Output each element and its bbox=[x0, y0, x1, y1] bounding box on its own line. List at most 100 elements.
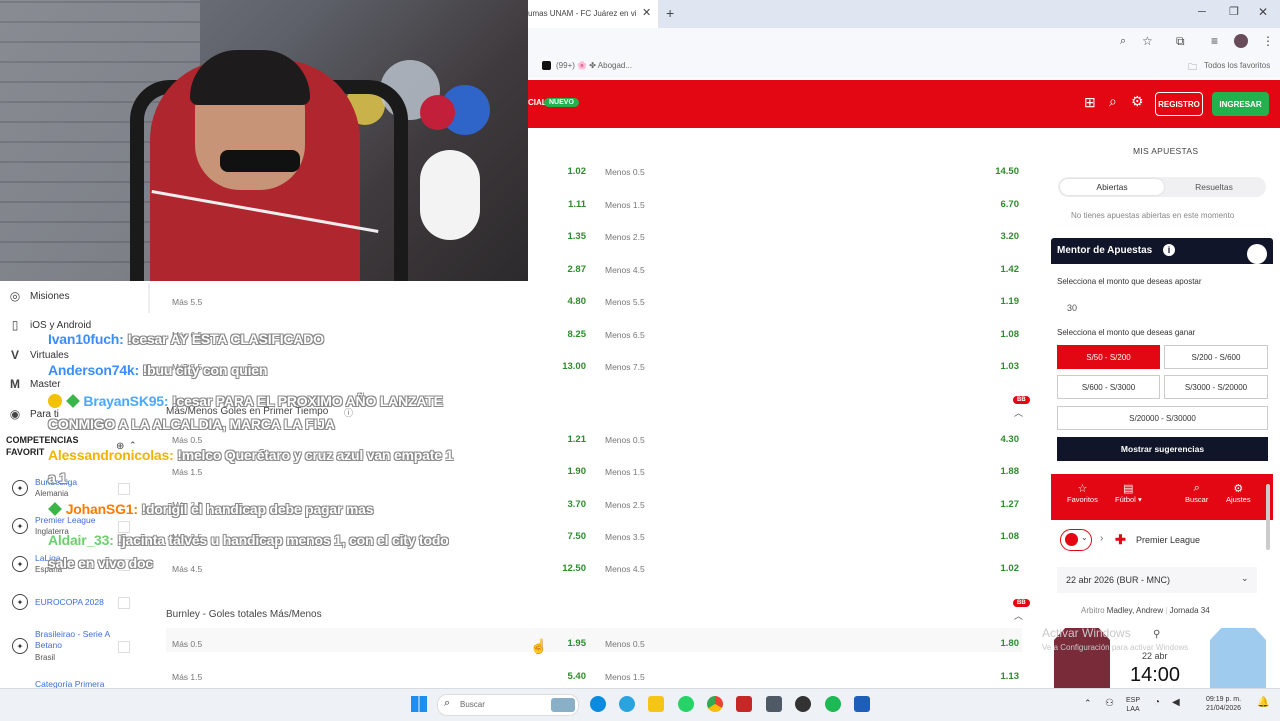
competition-item[interactable]: ✦ bbox=[12, 518, 28, 534]
reading-list-icon[interactable]: ≡ bbox=[1211, 34, 1218, 48]
over-odd-button[interactable]: 1.02 bbox=[546, 166, 587, 177]
over-odd-button[interactable]: 7.50 bbox=[546, 531, 587, 542]
under-odd-button[interactable]: 1.03 bbox=[979, 361, 1020, 372]
sport-selector[interactable]: ⌄ bbox=[1060, 529, 1092, 551]
search-nav[interactable]: ⌕ Buscar bbox=[1185, 482, 1208, 504]
search-icon[interactable]: ⌕ bbox=[1109, 93, 1117, 110]
file-explorer-icon[interactable] bbox=[648, 696, 664, 712]
under-odd-button[interactable]: 1.08 bbox=[979, 329, 1020, 340]
browser-tab[interactable]: umas UNAM - FC Juárez en vi ✕ bbox=[528, 0, 658, 28]
scrollbar[interactable] bbox=[1266, 484, 1270, 550]
competition-item[interactable]: ✦ bbox=[12, 638, 28, 654]
taskbar-clock[interactable]: 09:19 p. m. 21/04/2026 bbox=[1206, 695, 1241, 713]
under-odd-button[interactable]: 6.70 bbox=[979, 199, 1020, 210]
settings-nav[interactable]: ⚙ Ajustes bbox=[1226, 482, 1251, 504]
competition-name[interactable]: Brasileirao - Serie A Betano bbox=[35, 629, 115, 651]
gear-icon[interactable]: ⚙ bbox=[1131, 93, 1144, 110]
sidebar-item-apps[interactable]: ▯ iOS y Android bbox=[8, 318, 91, 332]
telegram-icon[interactable] bbox=[619, 696, 635, 712]
over-odd-button[interactable]: 1.90 bbox=[546, 466, 587, 477]
show-suggestions-button[interactable]: Mostrar sugerencias bbox=[1057, 437, 1268, 461]
login-button[interactable]: INGRESAR bbox=[1212, 92, 1269, 116]
competition-item[interactable]: ✦ bbox=[12, 556, 28, 572]
over-odd-button[interactable]: 1.35 bbox=[546, 231, 587, 242]
chevron-up-icon[interactable]: ︿ bbox=[1014, 406, 1023, 419]
over-odd-button[interactable]: 2.87 bbox=[546, 264, 587, 275]
competition-item[interactable]: ✦ bbox=[12, 480, 28, 496]
under-odd-button[interactable]: 1.42 bbox=[979, 264, 1020, 275]
close-tab-icon[interactable]: ✕ bbox=[642, 6, 651, 19]
profile-avatar[interactable] bbox=[1234, 34, 1248, 48]
under-odd-button[interactable]: 14.50 bbox=[979, 166, 1019, 177]
register-button[interactable]: REGISTRO bbox=[1155, 92, 1203, 116]
under-odd-button[interactable]: 3.20 bbox=[979, 231, 1020, 242]
text-app-icon[interactable] bbox=[736, 696, 752, 712]
under-odd-button[interactable]: 1.08 bbox=[979, 531, 1020, 542]
over-odd-button[interactable]: 1.21 bbox=[546, 434, 587, 445]
competition-name[interactable]: EUROCOPA 2028 bbox=[35, 597, 104, 608]
sidebar-item-virtual[interactable]: V Virtuales bbox=[8, 348, 69, 362]
league-name[interactable]: Premier League bbox=[1136, 535, 1200, 545]
pin-icon[interactable]: ⚲ bbox=[1153, 629, 1160, 640]
under-odd-button[interactable]: 1.02 bbox=[979, 563, 1020, 574]
under-odd-button[interactable]: 1.80 bbox=[979, 638, 1020, 649]
sport-nav[interactable]: ▤ Fútbol ▾ bbox=[1115, 482, 1142, 504]
tab-resolved[interactable]: Resueltas bbox=[1164, 179, 1264, 195]
over-odd-button[interactable]: 1.95 bbox=[546, 638, 587, 649]
chevron-up-icon[interactable]: ︿ bbox=[1014, 609, 1023, 622]
favorites-nav[interactable]: ☆ Favoritos bbox=[1067, 482, 1098, 504]
amount-option[interactable]: S/3000 - S/20000 bbox=[1164, 375, 1268, 399]
under-odd-button[interactable]: 1.13 bbox=[979, 671, 1020, 682]
bookmark-link[interactable]: (99+) 🌸 ✤ Abogad... bbox=[556, 61, 632, 70]
usb-icon[interactable]: ⚇ bbox=[1105, 698, 1114, 709]
amount-option[interactable]: S/50 - S/200 bbox=[1057, 345, 1160, 369]
edge-icon[interactable] bbox=[590, 696, 606, 712]
amount-option[interactable]: S/200 - S/600 bbox=[1164, 345, 1268, 369]
minimize-icon[interactable]: ─ bbox=[1198, 6, 1206, 18]
whatsapp-icon[interactable] bbox=[678, 696, 694, 712]
under-odd-button[interactable]: 1.27 bbox=[979, 499, 1020, 510]
over-odd-button[interactable]: 3.70 bbox=[546, 499, 587, 510]
menu-icon[interactable]: ⋮ bbox=[1262, 34, 1274, 48]
taskbar-search[interactable]: ⌕ Buscar bbox=[437, 694, 579, 716]
amount-option[interactable]: S/20000 - S/30000 bbox=[1057, 406, 1268, 430]
under-odd-button[interactable]: 1.88 bbox=[979, 466, 1020, 477]
gift-icon[interactable]: ⊞ bbox=[1084, 94, 1096, 111]
chevron-up-icon[interactable]: ⌃ bbox=[1084, 698, 1092, 709]
spotify-icon[interactable] bbox=[825, 696, 841, 712]
wifi-icon[interactable]: ◔ bbox=[1154, 697, 1160, 708]
word-icon[interactable] bbox=[854, 696, 870, 712]
bookmark-star-icon[interactable]: ☆ bbox=[1142, 34, 1153, 48]
windows-start-icon[interactable] bbox=[411, 696, 427, 712]
sidebar-item-master[interactable]: M Master bbox=[8, 377, 61, 391]
over-odd-button[interactable]: 8.25 bbox=[546, 329, 587, 340]
over-odd-button[interactable]: 12.50 bbox=[546, 563, 586, 574]
tab-open[interactable]: Abiertas bbox=[1060, 179, 1164, 195]
amount-option[interactable]: S/600 - S/3000 bbox=[1057, 375, 1160, 399]
under-odd-button[interactable]: 4.30 bbox=[979, 434, 1020, 445]
close-window-icon[interactable]: ✕ bbox=[1258, 5, 1268, 19]
amount-input[interactable]: 30 bbox=[1057, 296, 1268, 318]
zoom-icon[interactable]: ⌕ bbox=[1120, 35, 1126, 48]
over-odd-button[interactable]: 5.40 bbox=[546, 671, 587, 682]
over-odd-button[interactable]: 1.11 bbox=[546, 199, 586, 210]
info-icon[interactable]: i bbox=[1163, 244, 1175, 256]
extensions-icon[interactable]: ⧉ bbox=[1176, 34, 1185, 49]
language-indicator[interactable]: ESP LAA bbox=[1126, 696, 1140, 714]
notification-icon[interactable]: 🔔 bbox=[1257, 697, 1269, 708]
sidebar-item-missions[interactable]: ◎ Misiones bbox=[8, 289, 70, 303]
obs-icon[interactable] bbox=[795, 696, 811, 712]
over-odd-button[interactable]: 4.80 bbox=[546, 296, 587, 307]
under-odd-button[interactable]: 1.19 bbox=[979, 296, 1020, 307]
volume-icon[interactable]: ◀ bbox=[1172, 697, 1180, 708]
calculator-icon[interactable] bbox=[766, 696, 782, 712]
new-tab-icon[interactable]: + bbox=[666, 5, 674, 21]
favorite-star-icon[interactable] bbox=[118, 641, 130, 653]
favorite-star-icon[interactable] bbox=[118, 483, 130, 495]
over-odd-button[interactable]: 13.00 bbox=[546, 361, 586, 372]
all-bookmarks-link[interactable]: Todos los favoritos bbox=[1204, 61, 1270, 70]
chrome-icon[interactable] bbox=[707, 696, 723, 712]
match-select[interactable]: 22 abr 2026 (BUR - MNC) ⌄ bbox=[1057, 567, 1257, 593]
favorite-star-icon[interactable] bbox=[118, 597, 130, 609]
competition-item[interactable]: ✦ bbox=[12, 594, 28, 610]
